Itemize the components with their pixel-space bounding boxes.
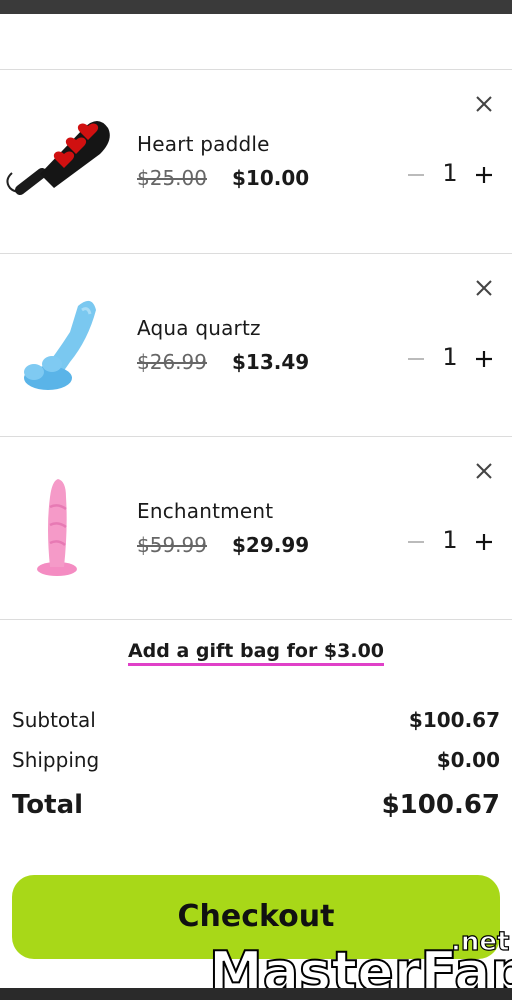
shipping-label: Shipping (12, 748, 100, 772)
quantity-value: 1 (442, 526, 458, 554)
quantity-value: 1 (442, 343, 458, 371)
original-price: $26.99 (137, 350, 207, 374)
header-area (0, 14, 512, 69)
divider (0, 619, 512, 620)
close-icon[interactable] (472, 92, 496, 116)
total-label: Total (12, 790, 84, 820)
sale-price: $13.49 (232, 350, 310, 374)
close-icon[interactable] (472, 276, 496, 300)
gift-bag-label[interactable]: Add a gift bag for $3.00 (127, 640, 385, 666)
item-name: Heart paddle (137, 132, 270, 156)
cart-item-heart-paddle: Heart paddle $25.00 $10.00 1 (0, 70, 512, 253)
status-bar (0, 0, 512, 14)
plus-icon[interactable] (470, 344, 498, 374)
subtotal-label: Subtotal (12, 708, 96, 732)
shipping-row: Shipping $0.00 (12, 748, 500, 776)
plus-icon[interactable] (470, 527, 498, 557)
original-price: $25.00 (137, 166, 207, 190)
quantity-value: 1 (442, 159, 458, 187)
watermark-suffix-text: .net (451, 927, 509, 957)
minus-icon[interactable] (404, 344, 428, 374)
aqua-quartz-image (24, 300, 96, 390)
enchantment-image (37, 479, 77, 576)
shipping-value: $0.00 (436, 748, 500, 772)
item-name: Enchantment (137, 499, 274, 523)
subtotal-value: $100.67 (408, 708, 500, 732)
total-row: Total $100.67 (12, 790, 500, 826)
plus-icon[interactable] (470, 160, 498, 190)
minus-icon[interactable] (404, 527, 428, 557)
minus-icon[interactable] (404, 160, 428, 190)
gift-bag-link[interactable]: Add a gift bag for $3.00 (0, 640, 512, 666)
total-value: $100.67 (381, 790, 500, 820)
subtotal-row: Subtotal $100.67 (12, 708, 500, 736)
heart-paddle-image (6, 121, 110, 195)
sale-price: $29.99 (232, 533, 310, 557)
cart-item-aqua-quartz: Aqua quartz $26.99 $13.49 1 (0, 254, 512, 437)
sale-price: $10.00 (232, 166, 310, 190)
cart-item-enchantment: Enchantment $59.99 $29.99 1 (0, 437, 512, 620)
item-name: Aqua quartz (137, 316, 261, 340)
original-price: $59.99 (137, 533, 207, 557)
close-icon[interactable] (472, 459, 496, 483)
system-nav-bar (0, 988, 512, 1000)
